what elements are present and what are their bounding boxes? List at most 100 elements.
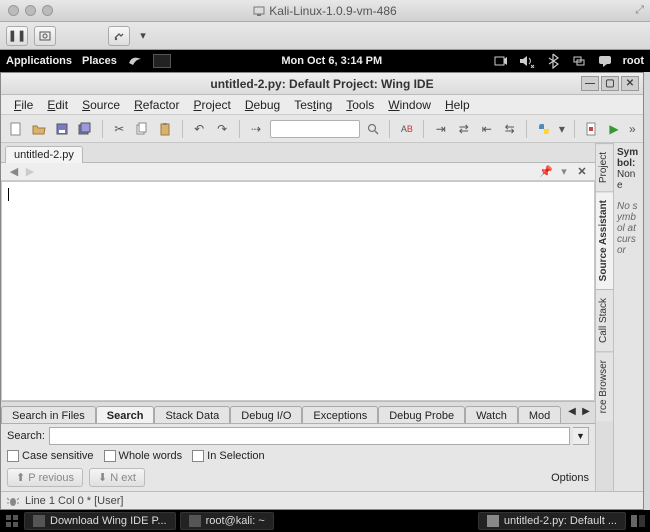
vm-dropdown-icon[interactable]: ▾ (136, 26, 150, 46)
editor-menu-icon[interactable]: ▾ (557, 165, 571, 179)
settings-vm-button[interactable] (108, 26, 130, 46)
next-button[interactable]: ⬇ Next (89, 468, 145, 487)
close-button[interactable]: ✕ (621, 76, 639, 91)
wing-icon (487, 515, 499, 527)
bottom-panel: Search in Files Search Stack Data Debug … (1, 401, 595, 491)
menu-help[interactable]: Help (438, 96, 477, 114)
menu-tools[interactable]: Tools (339, 96, 381, 114)
undo-button[interactable]: ↶ (190, 119, 209, 139)
tab-debug-probe[interactable]: Debug Probe (378, 406, 465, 424)
bug-icon[interactable] (7, 495, 19, 507)
bluetooth-tray-icon[interactable] (545, 53, 561, 69)
taskbar-item-terminal[interactable]: root@kali: ~ (180, 512, 274, 530)
taskbar-item-wing[interactable]: untitled-2.py: Default ... (478, 512, 626, 530)
pin-icon[interactable]: 📌 (539, 165, 553, 179)
python-button[interactable] (534, 119, 553, 139)
step-over-button[interactable]: ⇄ (454, 119, 473, 139)
previous-button[interactable]: ⬆ Previous (7, 468, 83, 487)
file-tab[interactable]: untitled-2.py (5, 146, 83, 163)
menu-refactor[interactable]: Refactor (127, 96, 186, 114)
minimize-button[interactable]: — (581, 76, 599, 91)
applications-menu[interactable]: Applications (6, 55, 72, 67)
vtab-call-stack[interactable]: Call Stack (596, 289, 613, 351)
in-selection-checkbox[interactable]: In Selection (192, 450, 265, 462)
search-icon[interactable] (364, 119, 383, 139)
check-button[interactable]: AB (397, 119, 416, 139)
toolbar-search-input[interactable] (270, 120, 360, 138)
menu-window[interactable]: Window (381, 96, 438, 114)
tab-search-in-files[interactable]: Search in Files (1, 406, 96, 424)
source-assistant-panel: Symbol: None No symbol at cursor (614, 143, 643, 491)
mac-titlebar: Kali-Linux-1.0.9-vm-486 ⤢ (0, 0, 650, 22)
tab-watch[interactable]: Watch (465, 406, 518, 424)
copy-button[interactable] (133, 119, 152, 139)
wing-titlebar[interactable]: untitled-2.py: Default Project: Wing IDE… (1, 73, 643, 95)
show-desktop-icon[interactable] (4, 513, 20, 529)
wing-statusbar: Line 1 Col 0 * [User] (1, 491, 643, 509)
menu-edit[interactable]: Edit (40, 96, 75, 114)
editor-tabstrip: untitled-2.py (1, 143, 595, 163)
menu-source[interactable]: Source (75, 96, 127, 114)
search-history-dropdown-icon[interactable]: ▼ (573, 427, 589, 445)
wing-menubar: File Edit Source Refactor Project Debug … (1, 95, 643, 115)
step-into-button[interactable]: ⇥ (431, 119, 450, 139)
close-editor-icon[interactable]: ✕ (575, 165, 589, 179)
python-dropdown-icon[interactable]: ▾ (557, 119, 567, 139)
places-menu[interactable]: Places (82, 55, 117, 67)
case-sensitive-checkbox[interactable]: Case sensitive (7, 450, 94, 462)
tab-scroll-left-icon[interactable]: ◀ (565, 405, 579, 419)
maximize-button[interactable]: ▢ (601, 76, 619, 91)
nav-forward-icon[interactable]: ▶ (23, 165, 37, 179)
taskbar-item-download[interactable]: Download Wing IDE P... (24, 512, 176, 530)
menu-file[interactable]: File (7, 96, 40, 114)
notification-tray-icon[interactable] (597, 53, 613, 69)
step-out-button[interactable]: ⇤ (477, 119, 496, 139)
recorder-tray-icon[interactable] (493, 53, 509, 69)
tab-exceptions[interactable]: Exceptions (302, 406, 378, 424)
browser-icon (33, 515, 45, 527)
redo-button[interactable]: ↷ (213, 119, 232, 139)
stop-button[interactable] (582, 119, 601, 139)
tab-debug-io[interactable]: Debug I/O (230, 406, 302, 424)
step-return-button[interactable]: ⇆ (500, 119, 519, 139)
window-title: Kali-Linux-1.0.9-vm-486 (0, 4, 650, 18)
vtab-source-assistant[interactable]: Source Assistant (596, 191, 613, 289)
run-menu-icon[interactable]: » (628, 119, 638, 139)
tab-stack-data[interactable]: Stack Data (154, 406, 230, 424)
save-all-button[interactable] (76, 119, 95, 139)
search-input[interactable] (49, 427, 570, 445)
tab-scroll-right-icon[interactable]: ▶ (579, 405, 593, 419)
wing-ide-window: untitled-2.py: Default Project: Wing IDE… (0, 72, 644, 510)
new-file-button[interactable] (7, 119, 26, 139)
terminal-icon (189, 515, 201, 527)
volume-tray-icon[interactable] (519, 53, 535, 69)
workspace-switcher-icon[interactable] (630, 513, 646, 529)
code-editor[interactable] (1, 181, 595, 401)
whole-words-checkbox[interactable]: Whole words (104, 450, 183, 462)
open-file-button[interactable] (30, 119, 49, 139)
paste-button[interactable] (156, 119, 175, 139)
fullscreen-icon[interactable]: ⤢ (635, 4, 644, 17)
options-link[interactable]: Options (551, 472, 589, 484)
snapshot-vm-button[interactable] (34, 26, 56, 46)
clock[interactable]: Mon Oct 6, 3:14 PM (179, 55, 485, 67)
vm-icon (253, 5, 265, 17)
save-button[interactable] (53, 119, 72, 139)
cut-button[interactable]: ✂ (110, 119, 129, 139)
run-button[interactable]: ▶ (605, 119, 624, 139)
vtab-project[interactable]: Project (596, 143, 613, 191)
menu-testing[interactable]: Testing (287, 96, 339, 114)
menu-debug[interactable]: Debug (238, 96, 287, 114)
network-tray-icon[interactable] (571, 53, 587, 69)
tab-search[interactable]: Search (96, 406, 155, 424)
terminal-launcher-icon[interactable] (153, 54, 171, 68)
menu-project[interactable]: Project (186, 96, 237, 114)
kali-dragon-icon[interactable] (127, 53, 143, 69)
pause-vm-button[interactable]: ❚❚ (6, 26, 28, 46)
desktop: untitled-2.py: Default Project: Wing IDE… (0, 72, 650, 510)
goto-button[interactable]: ⇢ (247, 119, 266, 139)
vtab-source-browser[interactable]: rce Browser (596, 351, 613, 421)
user-menu[interactable]: root (623, 55, 644, 67)
tab-modules[interactable]: Mod (518, 406, 561, 424)
nav-back-icon[interactable]: ◀ (7, 165, 21, 179)
